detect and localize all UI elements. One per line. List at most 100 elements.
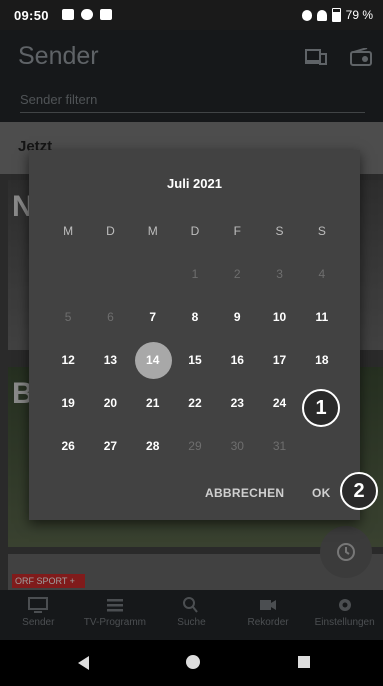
day-number: 22 <box>188 396 202 410</box>
calendar-day[interactable]: 19 <box>47 382 89 425</box>
calendar-day[interactable]: 11 <box>301 296 343 339</box>
calendar-week-row: 12 13 14 15 16 17 18 <box>47 339 343 382</box>
day-number: 14 <box>146 353 160 367</box>
day-number: 29 <box>188 439 202 453</box>
calendar-day[interactable]: 20 <box>89 382 131 425</box>
calendar-day: 3 <box>258 253 300 296</box>
weekday-label: D <box>106 224 115 238</box>
calendar-day[interactable]: 12 <box>47 339 89 382</box>
status-time: 09:50 <box>14 8 49 23</box>
calendar-day[interactable]: 15 <box>174 339 216 382</box>
app-bar: Sender Sender filtern <box>0 30 383 122</box>
day-number: 12 <box>61 353 75 367</box>
wifi-icon <box>316 9 327 21</box>
recents-icon[interactable] <box>298 656 310 668</box>
day-number: 31 <box>272 439 287 453</box>
weekday-label: F <box>233 224 241 238</box>
calendar-day[interactable]: 23 <box>216 382 258 425</box>
calendar-day[interactable]: 7 <box>132 296 174 339</box>
calendar-day[interactable]: 28 <box>132 425 174 468</box>
nav-item-suche[interactable]: Suche <box>153 590 230 640</box>
day-number: 18 <box>315 353 329 367</box>
calendar-day: 31 <box>258 425 300 468</box>
day-number: 24 <box>272 396 287 410</box>
notification-icons <box>62 9 112 20</box>
cloud-icon <box>81 9 93 20</box>
calendar-week-row: 19202122232425 <box>47 382 343 425</box>
day-number: 27 <box>103 439 118 453</box>
day-number: 5 <box>64 310 72 324</box>
nav-label: TV-Programm <box>83 617 146 628</box>
data-saver-icon <box>301 9 312 21</box>
date-picker-dialog: Juli 2021 M D M D F S S 1 2 3 4 5 6 7 8 9 10 11 12 13 14 15 16… <box>29 150 360 520</box>
radio-icon[interactable] <box>350 48 372 66</box>
day-number: 11 <box>315 310 329 324</box>
calendar-day-selected[interactable]: 14 <box>132 339 174 382</box>
month-title: Juli 2021 <box>167 176 222 191</box>
filter-input[interactable]: Sender filtern <box>20 92 365 113</box>
day-number: 15 <box>188 353 202 367</box>
clock-fab[interactable] <box>320 526 372 578</box>
day-number: 7 <box>149 310 157 324</box>
weekday-label: S <box>317 224 326 238</box>
channel-logo: ORF SPORT + <box>12 574 85 588</box>
day-number: 10 <box>272 310 287 324</box>
calendar-day[interactable]: 17 <box>258 339 300 382</box>
calendar-day: 2 <box>216 253 258 296</box>
nav-label: Suche <box>177 617 206 628</box>
gear-icon <box>338 599 351 611</box>
tv-icon <box>100 9 112 20</box>
calendar-day[interactable]: 13 <box>89 339 131 382</box>
calendar-week-row: 5 6 7 8 9 10 11 <box>47 296 343 339</box>
day-number: 1 <box>191 267 199 281</box>
calendar-day[interactable]: 18 <box>301 339 343 382</box>
annotation-badge-1: 1 <box>302 389 340 427</box>
day-number: 6 <box>107 310 114 324</box>
nav-item-rekorder[interactable]: Rekorder <box>230 590 307 640</box>
calendar-day: 5 <box>47 296 89 339</box>
calendar-day: 4 <box>301 253 343 296</box>
empty-cell <box>301 425 343 468</box>
calendar-day[interactable]: 24 <box>258 382 300 425</box>
day-number: 17 <box>272 353 287 367</box>
calendar-week-row: 1 2 3 4 <box>47 253 343 296</box>
weekday-label: M <box>147 224 158 238</box>
devices-icon[interactable] <box>305 48 327 66</box>
nav-item-sender[interactable]: Sender <box>0 590 77 640</box>
calendar-day: 6 <box>89 296 131 339</box>
calendar-day[interactable]: 27 <box>89 425 131 468</box>
day-number: 19 <box>61 396 75 410</box>
empty-cell <box>132 253 174 296</box>
day-number: 26 <box>61 439 75 453</box>
weekday-label: D <box>190 224 200 238</box>
calendar-day[interactable]: 26 <box>47 425 89 468</box>
nav-item-tv-programm[interactable]: TV-Programm <box>77 590 154 640</box>
day-number: 16 <box>230 353 244 367</box>
annotation-badge-2: 2 <box>340 472 378 510</box>
home-icon[interactable] <box>186 655 200 669</box>
calendar-day[interactable]: 10 <box>258 296 300 339</box>
calendar-day[interactable]: 22 <box>174 382 216 425</box>
calendar-grid: M D M D F S S 1 2 3 4 5 6 7 8 9 10 11 12 13 14 15 16 17 18 19 20 21… <box>47 210 343 468</box>
ok-button[interactable]: OK <box>312 486 331 500</box>
day-number: 30 <box>230 439 244 453</box>
day-number: 4 <box>318 267 326 281</box>
battery-level: 79 % <box>345 8 373 22</box>
day-number: 13 <box>103 353 118 367</box>
status-bar: 09:50 79 % <box>0 0 383 30</box>
weekday-label: M <box>63 224 74 238</box>
bottom-navigation: Sender TV-Programm Suche Rekorder Einste… <box>0 590 383 640</box>
back-icon[interactable] <box>78 656 89 670</box>
camera-icon <box>260 600 277 610</box>
calendar-day: 30 <box>216 425 258 468</box>
calendar-day[interactable]: 16 <box>216 339 258 382</box>
calendar-day[interactable]: 21 <box>132 382 174 425</box>
day-number: 28 <box>146 439 160 453</box>
nav-label: Rekorder <box>247 617 289 628</box>
calendar-day[interactable]: 9 <box>216 296 258 339</box>
calendar-day[interactable]: 8 <box>174 296 216 339</box>
cancel-button[interactable]: ABBRECHEN <box>205 486 284 500</box>
nav-item-einstellungen[interactable]: Einstellungen <box>306 590 383 640</box>
empty-cell <box>47 253 89 296</box>
day-number: 9 <box>233 310 241 324</box>
